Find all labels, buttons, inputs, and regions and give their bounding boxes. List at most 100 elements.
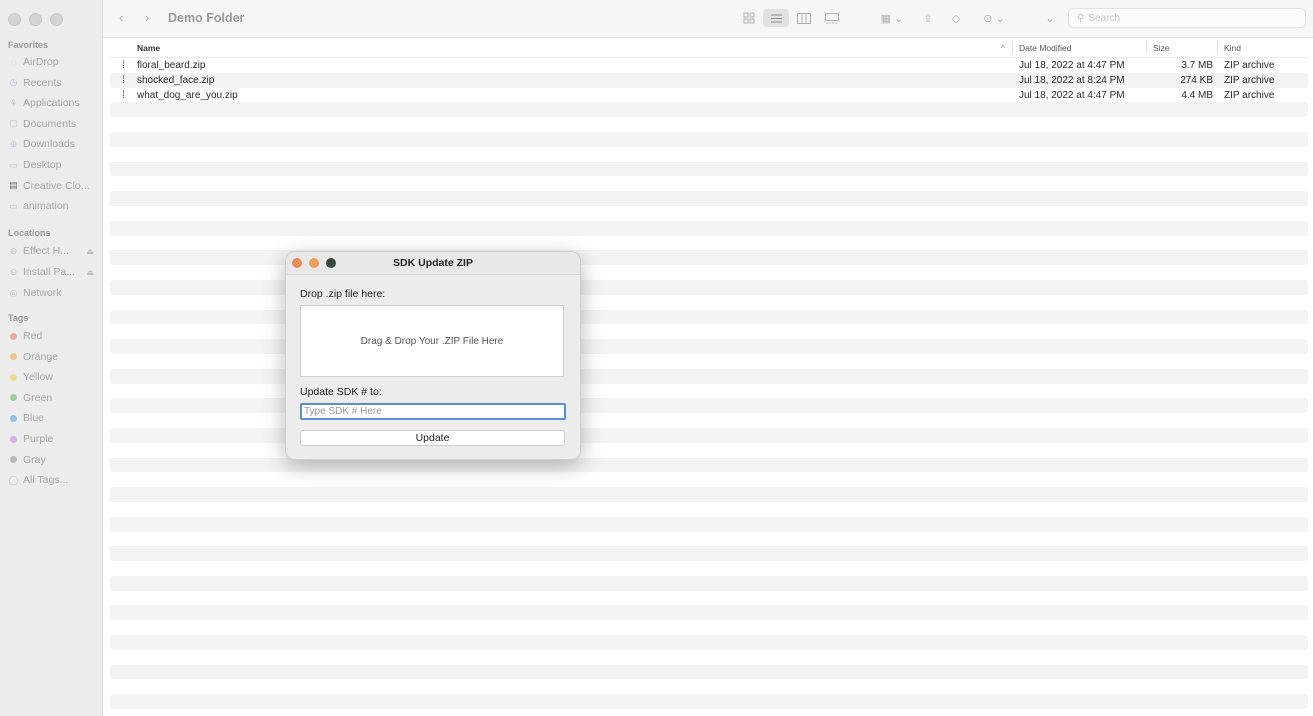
gallery-view-button[interactable] xyxy=(819,9,845,27)
sidebar-item-airdrop[interactable]: ◌ AirDrop xyxy=(8,56,100,68)
tag-icon: ◇ xyxy=(951,12,961,25)
empty-row xyxy=(110,694,1308,710)
sidebar: Favorites ◌ AirDrop ◷ Recents ⚘ Applications ▢… xyxy=(0,0,103,716)
sidebar-tag-blue[interactable]: Blue xyxy=(8,412,100,424)
share-button[interactable]: ⇧ xyxy=(915,9,941,27)
ellipsis-circle-icon: ⊙ ⌄ xyxy=(983,12,1005,25)
sidebar-item-install-pa[interactable]: ⊖ Install Pa... ⏏ xyxy=(8,266,100,278)
sidebar-item-documents[interactable]: ▢ Documents xyxy=(8,118,100,130)
sidebar-tag-green[interactable]: Green xyxy=(8,392,100,404)
sidebar-item-label: Purple xyxy=(23,433,54,445)
sidebar-tag-red[interactable]: Red xyxy=(8,330,100,342)
locations-header: Locations xyxy=(8,228,51,238)
empty-row xyxy=(110,161,1308,177)
eject-icon[interactable]: ⏏ xyxy=(86,268,94,277)
sidebar-item-label: All Tags... xyxy=(23,474,69,487)
sidebar-item-animation[interactable]: ▭ animation xyxy=(8,200,100,212)
column-header-kind[interactable]: Kind xyxy=(1224,43,1241,53)
empty-row xyxy=(110,487,1308,502)
toolbar: ‹ › Demo Folder ▦ ⌄ ⇧ ◇ ⊙ ⌄ ⌄ ⚲ Search xyxy=(103,0,1313,38)
eject-icon[interactable]: ⏏ xyxy=(86,247,94,256)
back-button[interactable]: ‹ xyxy=(119,10,123,25)
update-button[interactable]: Update xyxy=(300,430,565,446)
column-separator xyxy=(1146,41,1147,53)
sidebar-item-label: Applications xyxy=(23,97,80,110)
empty-row xyxy=(110,575,1308,591)
sidebar-item-desktop[interactable]: ▭ Desktop xyxy=(8,159,100,171)
sdk-label: Update SDK # to: xyxy=(300,386,382,398)
minimize-window-button[interactable] xyxy=(29,13,42,26)
column-header-size[interactable]: Size xyxy=(1153,43,1170,53)
sidebar-item-label: Downloads xyxy=(23,138,75,151)
tag-color-dot xyxy=(10,373,17,381)
sidebar-item-label: Gray xyxy=(23,453,46,466)
sidebar-tag-gray[interactable]: Gray xyxy=(8,454,100,466)
file-icon: ▤ xyxy=(9,180,18,191)
folder-icon: ▭ xyxy=(9,200,18,211)
network-icon: ◎ xyxy=(9,287,18,298)
path-dropdown-button[interactable]: ⌄ xyxy=(1041,9,1059,27)
favorites-header: Favorites xyxy=(8,40,49,50)
empty-row xyxy=(110,650,1308,665)
drop-zone[interactable]: Drag & Drop Your .ZIP File Here xyxy=(300,305,564,377)
empty-row xyxy=(110,176,1308,191)
sidebar-item-creative-clo[interactable]: ▤ Creative Clo... xyxy=(8,180,100,192)
empty-row xyxy=(110,502,1308,517)
file-row[interactable]: ⁞ floral_beard.zip Jul 18, 2022 at 4:47 PM… xyxy=(110,58,1308,73)
sidebar-item-downloads[interactable]: ⊕ Downloads xyxy=(8,138,100,150)
sidebar-item-label: Green xyxy=(23,391,53,404)
empty-row xyxy=(110,457,1308,473)
empty-row xyxy=(110,236,1308,251)
document-icon: ▢ xyxy=(9,118,18,129)
empty-row xyxy=(110,620,1308,635)
forward-button[interactable]: › xyxy=(145,10,149,25)
empty-row xyxy=(110,117,1308,132)
empty-row xyxy=(110,147,1308,162)
file-size: 3.7 MB xyxy=(1181,60,1213,71)
sidebar-tag-orange[interactable]: Orange xyxy=(8,351,100,363)
more-actions-button[interactable]: ⊙ ⌄ xyxy=(977,9,1011,27)
sdk-number-input[interactable] xyxy=(300,403,566,420)
sidebar-item-recents[interactable]: ◷ Recents xyxy=(8,77,100,89)
sidebar-tag-purple[interactable]: Purple xyxy=(8,433,100,445)
tag-button[interactable]: ◇ xyxy=(943,9,969,27)
sidebar-tag-all-tags[interactable]: ◯ All Tags... xyxy=(8,474,100,486)
chevron-down-icon: ⌄ xyxy=(1045,12,1055,25)
clock-icon: ◷ xyxy=(9,77,18,88)
list-view-button[interactable] xyxy=(763,9,789,27)
sidebar-item-network[interactable]: ◎ Network xyxy=(8,287,100,299)
icon-view-button[interactable] xyxy=(736,9,762,27)
file-row[interactable]: ⁞ what_dog_are_you.zip Jul 18, 2022 at 4:4… xyxy=(110,88,1308,103)
empty-row xyxy=(110,635,1308,650)
sidebar-item-label: animation xyxy=(23,200,69,213)
column-header-date[interactable]: Date Modified xyxy=(1019,43,1071,53)
search-field[interactable]: ⚲ Search xyxy=(1068,8,1306,28)
empty-row xyxy=(110,664,1308,680)
list-header: Name ^ Date Modified Size Kind xyxy=(110,38,1308,58)
sidebar-item-label: Orange xyxy=(23,350,59,363)
zoom-window-button[interactable] xyxy=(50,13,63,26)
file-name: what_dog_are_you.zip xyxy=(137,89,238,101)
empty-row xyxy=(110,605,1308,621)
sidebar-item-applications[interactable]: ⚘ Applications xyxy=(8,97,100,109)
column-header-name[interactable]: Name xyxy=(137,43,160,53)
sidebar-item-label: Recents xyxy=(23,76,62,89)
sidebar-item-label: Red xyxy=(23,330,43,342)
sidebar-item-label: Creative Clo... xyxy=(23,179,90,192)
search-icon: ⚲ xyxy=(1077,12,1085,24)
empty-row xyxy=(110,102,1308,118)
column-separator xyxy=(1012,41,1013,53)
file-row[interactable]: ⁞ shocked_face.zip Jul 18, 2022 at 8:24 PM… xyxy=(110,72,1308,88)
sort-ascending-icon: ^ xyxy=(1001,43,1005,53)
file-size: 4.4 MB xyxy=(1181,89,1213,101)
file-size: 274 KB xyxy=(1180,74,1213,86)
grid-icon xyxy=(743,12,755,24)
sidebar-item-effect-h[interactable]: ⊖ Effect H... ⏏ xyxy=(8,245,100,257)
group-button[interactable]: ▦ ⌄ xyxy=(875,9,909,27)
file-kind: ZIP archive xyxy=(1224,60,1275,71)
zip-file-icon: ⁞ xyxy=(122,89,125,101)
column-view-button[interactable] xyxy=(791,9,817,27)
close-window-button[interactable] xyxy=(8,13,21,26)
sidebar-tag-yellow[interactable]: Yellow xyxy=(8,371,100,383)
empty-row xyxy=(110,191,1308,206)
